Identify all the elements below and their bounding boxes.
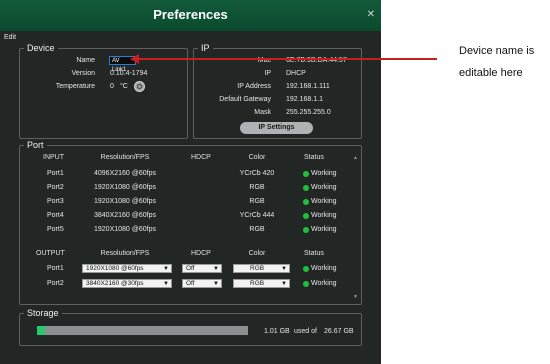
storage-bar: [37, 326, 248, 335]
output-color-select[interactable]: RGB ▼: [233, 279, 290, 288]
output-resolution-value: 3840X2160 @30fps: [86, 280, 144, 287]
ip-address-value: 192.168.1.111: [286, 83, 330, 90]
output-hdcp-value: Off: [186, 265, 195, 272]
input-header-status: Status: [304, 154, 324, 161]
status-ok-icon: [303, 281, 309, 287]
ip-mode-value: DHCP: [286, 70, 306, 77]
input-resolution: 3840X2160 @60fps: [94, 212, 156, 219]
input-port: Port5: [47, 226, 64, 233]
dropdown-arrow-icon: ▼: [213, 281, 219, 287]
output-resolution-select[interactable]: 1920X1080 @60fps ▼: [82, 264, 172, 273]
input-header-color: Color: [248, 154, 266, 161]
storage-bar-fill: [37, 326, 46, 335]
annotation-line-1: Device name is: [459, 45, 535, 57]
ip-settings-button[interactable]: IP Settings: [240, 122, 313, 134]
input-color: RGB: [249, 184, 265, 191]
version-value: 0.10.4-1794: [110, 70, 148, 77]
input-status: Working: [311, 170, 337, 177]
temperature-label: Temperature: [55, 83, 95, 90]
annotation-arrow-icon: [130, 54, 139, 64]
window-title: Preferences: [153, 7, 228, 22]
input-resolution: 4096X2160 @60fps: [94, 170, 156, 177]
dropdown-arrow-icon: ▼: [163, 266, 169, 272]
preferences-window: Preferences ✕ Edit Device Name AV Link1 …: [0, 0, 381, 364]
input-port: Port4: [47, 212, 64, 219]
input-color: YCrCb 444: [239, 212, 275, 219]
output-header-hdcp: HDCP: [191, 250, 211, 257]
input-status: Working: [311, 226, 337, 233]
input-status: Working: [311, 198, 337, 205]
status-ok-icon: [303, 227, 309, 233]
input-status: Working: [311, 184, 337, 191]
status-ok-icon: [303, 266, 309, 272]
title-bar: Preferences ✕: [0, 0, 381, 31]
output-header-color: Color: [248, 250, 266, 257]
output-port: Port2: [47, 280, 64, 287]
storage-used: 1.01 GB: [264, 328, 290, 335]
ip-legend: IP: [198, 43, 213, 53]
dropdown-arrow-icon: ▼: [163, 281, 169, 287]
input-color: RGB: [249, 198, 265, 205]
temperature-unit: °C: [120, 83, 128, 90]
port-legend: Port: [24, 140, 47, 150]
output-color-value: RGB: [250, 280, 265, 287]
input-header-resolution: Resolution/FPS: [100, 154, 150, 161]
storage-used-of: used of: [294, 328, 317, 335]
mask-value: 255.255.255.0: [286, 109, 331, 116]
input-resolution: 1920X1080 @60fps: [94, 198, 156, 205]
input-status: Working: [311, 212, 337, 219]
output-header-resolution: Resolution/FPS: [100, 250, 150, 257]
output-color-select[interactable]: RGB ▼: [233, 264, 290, 273]
output-hdcp-select[interactable]: Off ▼: [182, 279, 222, 288]
mask-label: Mask: [254, 109, 271, 116]
output-resolution-value: 1920X1080 @60fps: [86, 265, 144, 272]
status-ok-icon: [303, 185, 309, 191]
device-legend: Device: [24, 43, 58, 53]
input-port: Port1: [47, 170, 64, 177]
ip-mode-label: IP: [264, 70, 271, 77]
output-port: Port1: [47, 265, 64, 272]
input-header-port: INPUT: [43, 154, 64, 161]
dropdown-arrow-icon: ▼: [281, 281, 287, 287]
scroll-down-icon[interactable]: ▼: [353, 294, 358, 300]
input-port: Port3: [47, 198, 64, 205]
input-color: YCrCb 420: [239, 170, 275, 177]
gateway-label: Default Gateway: [219, 96, 271, 103]
output-status: Working: [311, 265, 337, 272]
input-port: Port2: [47, 184, 64, 191]
storage-total: 26.67 GB: [324, 328, 354, 335]
output-color-value: RGB: [250, 265, 265, 272]
scroll-up-icon[interactable]: ▲: [353, 155, 358, 161]
dropdown-arrow-icon: ▼: [281, 266, 287, 272]
input-color: RGB: [249, 226, 265, 233]
input-resolution: 1920X1080 @60fps: [94, 184, 156, 191]
ip-address-label: IP Address: [237, 83, 271, 90]
output-header-port: OUTPUT: [36, 250, 65, 257]
storage-legend: Storage: [24, 308, 62, 318]
menu-edit[interactable]: Edit: [4, 34, 16, 41]
annotation-line-2: editable here: [459, 67, 523, 79]
annotation-arrow-line: [138, 58, 437, 60]
name-label: Name: [76, 57, 95, 64]
input-resolution: 1920X1080 @60fps: [94, 226, 156, 233]
input-header-hdcp: HDCP: [191, 154, 211, 161]
temperature-value: 0: [110, 83, 114, 90]
gateway-value: 192.168.1.1: [286, 96, 323, 103]
status-ok-icon: [303, 171, 309, 177]
status-ok-icon: [303, 213, 309, 219]
refresh-temperature-icon[interactable]: [134, 81, 145, 92]
close-icon[interactable]: ✕: [367, 9, 375, 20]
version-label: Version: [71, 70, 95, 77]
output-hdcp-select[interactable]: Off ▼: [182, 264, 222, 273]
dropdown-arrow-icon: ▼: [213, 266, 219, 272]
output-resolution-select[interactable]: 3840X2160 @30fps ▼: [82, 279, 172, 288]
status-ok-icon: [303, 199, 309, 205]
output-hdcp-value: Off: [186, 280, 195, 287]
output-header-status: Status: [304, 250, 324, 257]
output-status: Working: [311, 280, 337, 287]
